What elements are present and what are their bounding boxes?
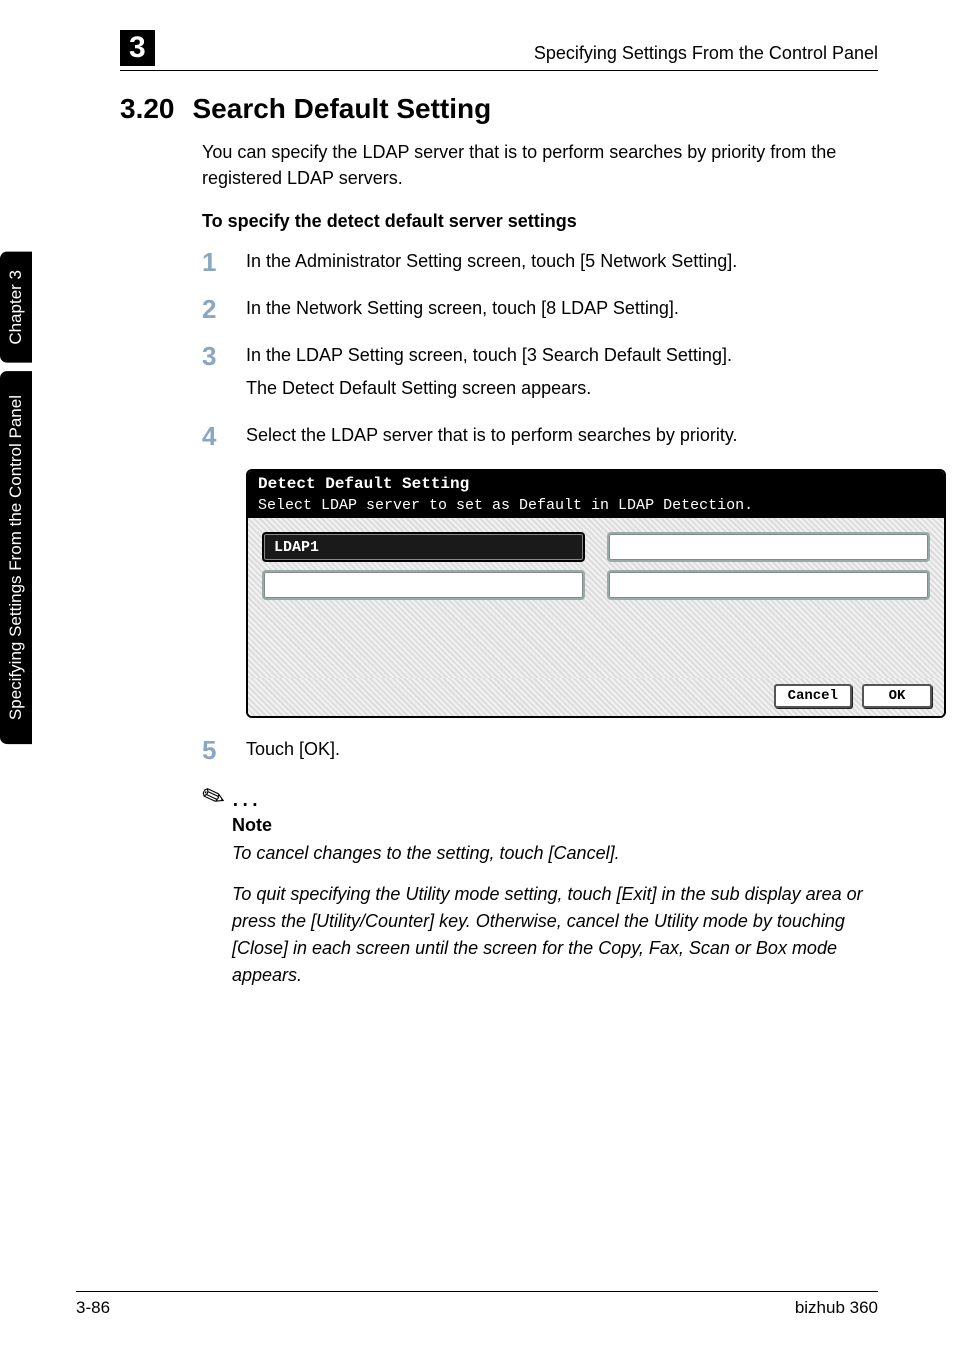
side-tab-chapter: Chapter 3 bbox=[0, 252, 32, 363]
section-title-text: Search Default Setting bbox=[193, 93, 492, 124]
side-tab-title: Specifying Settings From the Control Pan… bbox=[0, 371, 32, 744]
step-text: Touch [OK]. bbox=[246, 736, 340, 763]
dialog-titlebar: Detect Default Setting bbox=[248, 471, 944, 497]
step-number: 2 bbox=[202, 295, 246, 324]
step-number: 1 bbox=[202, 248, 246, 277]
step-4: 4 Select the LDAP server that is to perf… bbox=[202, 422, 878, 455]
dialog-instruction: Select LDAP server to set as Default in … bbox=[248, 497, 944, 518]
running-head: Specifying Settings From the Control Pan… bbox=[534, 43, 878, 66]
step-text: In the Network Setting screen, touch [8 … bbox=[246, 295, 679, 322]
cancel-button[interactable]: Cancel bbox=[774, 684, 852, 708]
step-number: 3 bbox=[202, 342, 246, 371]
step-text: In the Administrator Setting screen, tou… bbox=[246, 248, 737, 275]
detect-default-setting-dialog: Detect Default Setting Select LDAP serve… bbox=[246, 469, 946, 718]
steps-list: 1 In the Administrator Setting screen, t… bbox=[202, 248, 878, 455]
note-label: Note bbox=[232, 815, 878, 836]
page-number: 3-86 bbox=[76, 1298, 110, 1318]
step-text: Select the LDAP server that is to perfor… bbox=[246, 422, 738, 449]
ldap-slot-3[interactable] bbox=[262, 570, 585, 600]
procedure-subhead: To specify the detect default server set… bbox=[202, 211, 878, 232]
steps-list-cont: 5 Touch [OK]. bbox=[202, 736, 878, 769]
step-3: 3 In the LDAP Setting screen, touch [3 S… bbox=[202, 342, 878, 408]
side-tab-group: Chapter 3 Specifying Settings From the C… bbox=[0, 252, 32, 744]
dialog-body: LDAP1 bbox=[248, 518, 944, 678]
step-result: The Detect Default Setting screen appear… bbox=[246, 375, 732, 402]
section-number: 3.20 bbox=[120, 93, 175, 124]
note-paragraph-1: To cancel changes to the setting, touch … bbox=[232, 840, 878, 867]
dialog-footer: Cancel OK bbox=[248, 678, 944, 716]
page-footer: 3-86 bizhub 360 bbox=[76, 1291, 878, 1318]
note-dots: ... bbox=[231, 781, 260, 812]
note-icon: ✎... bbox=[202, 783, 878, 811]
note-paragraph-2: To quit specifying the Utility mode sett… bbox=[232, 881, 878, 989]
step-number: 4 bbox=[202, 422, 246, 451]
section-intro: You can specify the LDAP server that is … bbox=[202, 139, 878, 191]
step-text: In the LDAP Setting screen, touch [3 Sea… bbox=[246, 342, 732, 369]
note-block: ✎... Note To cancel changes to the setti… bbox=[202, 783, 878, 989]
step-1: 1 In the Administrator Setting screen, t… bbox=[202, 248, 878, 281]
ldap-slot-4[interactable] bbox=[607, 570, 930, 600]
ldap-slot-2[interactable] bbox=[607, 532, 930, 562]
step-2: 2 In the Network Setting screen, touch [… bbox=[202, 295, 878, 328]
section-title: 3.20 Search Default Setting bbox=[120, 93, 878, 125]
ldap-row-1: LDAP1 bbox=[262, 532, 930, 562]
page-header: 3 Specifying Settings From the Control P… bbox=[120, 30, 878, 71]
ldap-slot-1[interactable]: LDAP1 bbox=[262, 532, 585, 562]
product-name: bizhub 360 bbox=[795, 1298, 878, 1318]
step-5: 5 Touch [OK]. bbox=[202, 736, 878, 769]
ldap-row-2 bbox=[262, 570, 930, 600]
step-number: 5 bbox=[202, 736, 246, 765]
chapter-number-box: 3 bbox=[120, 30, 155, 66]
ok-button[interactable]: OK bbox=[862, 684, 932, 708]
